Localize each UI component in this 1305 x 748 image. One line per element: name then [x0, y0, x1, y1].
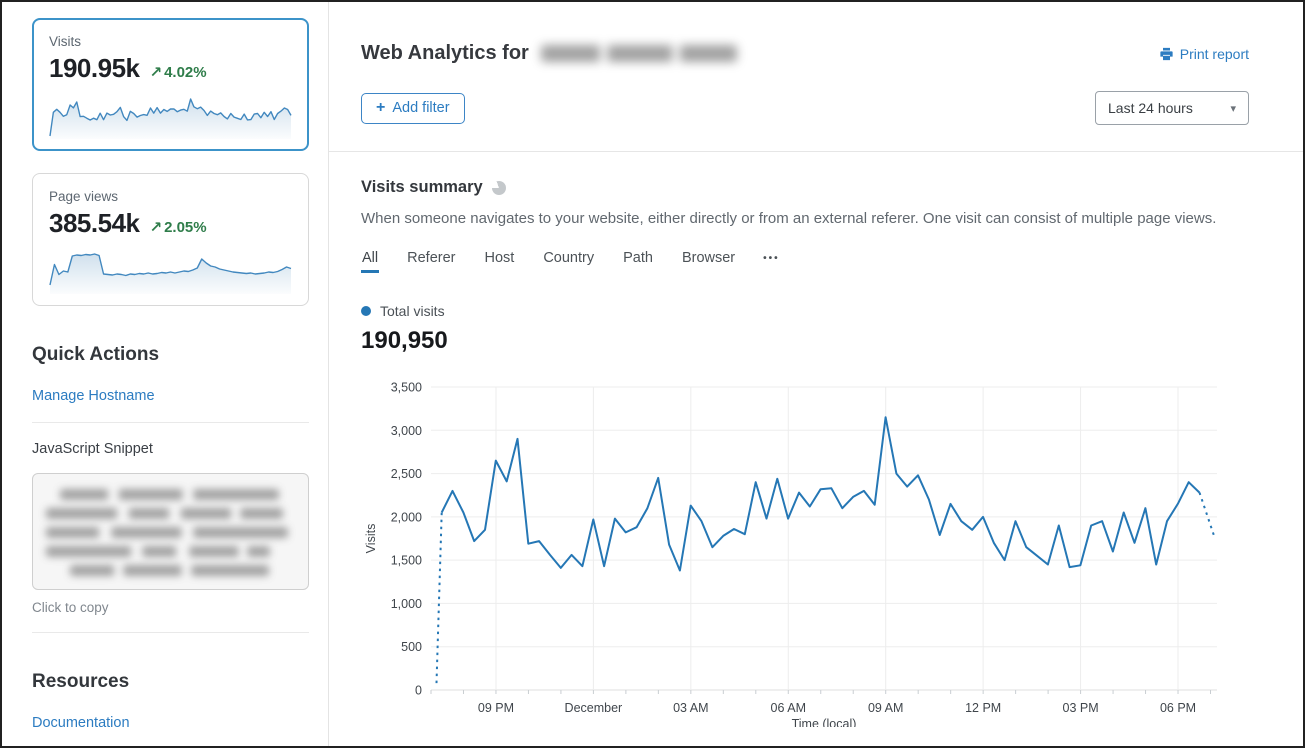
- svg-text:3,000: 3,000: [391, 424, 422, 438]
- chart-legend: Total visits: [361, 303, 1249, 319]
- plus-icon: +: [376, 99, 385, 117]
- blurred-domain: [541, 45, 737, 62]
- js-snippet-label: JavaScript Snippet: [32, 441, 309, 457]
- tab-host[interactable]: Host: [483, 250, 515, 273]
- visits-card-value: 190.95k: [49, 53, 139, 84]
- page-title: Web Analytics for: [361, 42, 737, 65]
- svg-text:Time (local): Time (local): [792, 717, 857, 727]
- visits-card-change-value: 4.02%: [164, 64, 207, 81]
- print-report-label: Print report: [1180, 46, 1249, 62]
- total-visits-dot-icon: [361, 306, 371, 316]
- svg-text:1,500: 1,500: [391, 554, 422, 568]
- svg-text:Visits: Visits: [364, 524, 378, 554]
- add-filter-button[interactable]: + Add filter: [361, 93, 465, 124]
- visits-card-change: ↗4.02%: [149, 63, 206, 81]
- svg-text:2,000: 2,000: [391, 510, 422, 524]
- tab-all[interactable]: All: [361, 250, 379, 273]
- manage-hostname-link[interactable]: Manage Hostname: [32, 388, 155, 404]
- svg-text:0: 0: [415, 684, 422, 698]
- divider: [32, 632, 309, 633]
- print-report-link[interactable]: Print report: [1159, 46, 1249, 62]
- svg-text:12 PM: 12 PM: [965, 701, 1001, 715]
- svg-text:2,500: 2,500: [391, 467, 422, 481]
- svg-text:500: 500: [401, 640, 422, 654]
- js-snippet-box[interactable]: [32, 473, 309, 590]
- add-filter-label: Add filter: [392, 100, 449, 116]
- chevron-down-icon: ▾: [1230, 102, 1236, 115]
- svg-text:09 AM: 09 AM: [868, 701, 903, 715]
- pageviews-sparkline: [49, 247, 292, 295]
- resources-heading: Resources: [32, 671, 309, 693]
- more-tabs-icon[interactable]: •••: [763, 253, 780, 270]
- pageviews-card-label: Page views: [49, 189, 292, 204]
- tab-browser[interactable]: Browser: [681, 250, 736, 273]
- visits-summary-description: When someone navigates to your website, …: [361, 210, 1249, 227]
- pageviews-card-change: ↗2.05%: [149, 218, 206, 236]
- pageviews-card-value-row: 385.54k ↗2.05%: [49, 208, 292, 239]
- trend-up-icon: ↗: [149, 64, 162, 81]
- svg-text:06 AM: 06 AM: [771, 701, 806, 715]
- total-visits-legend-label: Total visits: [380, 303, 445, 319]
- main-header: Web Analytics for Print report + Add fil…: [329, 2, 1305, 152]
- app-window: Visits 190.95k ↗4.02% Page views 385.54k…: [0, 0, 1305, 748]
- svg-text:1,000: 1,000: [391, 597, 422, 611]
- visits-line-chart[interactable]: 0 500 1,000 1,500 2,000 2,500 3,000 3,500 09 PM D…: [361, 375, 1223, 727]
- svg-text:06 PM: 06 PM: [1160, 701, 1196, 715]
- svg-text:03 PM: 03 PM: [1063, 701, 1099, 715]
- page-title-text: Web Analytics for: [361, 42, 529, 65]
- time-range-select[interactable]: Last 24 hours ▾: [1095, 91, 1249, 125]
- tab-referer[interactable]: Referer: [406, 250, 456, 273]
- visits-summary-section: Visits summary When someone navigates to…: [329, 152, 1305, 727]
- redacted-code-line: [60, 489, 279, 500]
- redacted-code-line: [46, 508, 283, 519]
- pageviews-metric-card[interactable]: Page views 385.54k ↗2.05%: [32, 173, 309, 306]
- pageviews-card-change-value: 2.05%: [164, 219, 207, 236]
- redacted-code-line: [70, 565, 269, 576]
- time-range-value: Last 24 hours: [1108, 100, 1193, 116]
- documentation-link[interactable]: Documentation: [32, 715, 130, 731]
- redacted-code-line: [46, 527, 288, 538]
- pageviews-card-value: 385.54k: [49, 208, 139, 239]
- main-panel: Web Analytics for Print report + Add fil…: [329, 2, 1305, 746]
- click-to-copy-hint: Click to copy: [32, 600, 309, 615]
- svg-text:December: December: [565, 701, 623, 715]
- trend-up-icon: ↗: [149, 219, 162, 236]
- visits-card-label: Visits: [49, 34, 292, 49]
- sidebar: Visits 190.95k ↗4.02% Page views 385.54k…: [32, 18, 309, 748]
- visits-sparkline: [49, 92, 292, 140]
- svg-text:03 AM: 03 AM: [673, 701, 708, 715]
- visits-card-value-row: 190.95k ↗4.02%: [49, 53, 292, 84]
- tab-country[interactable]: Country: [542, 250, 595, 273]
- svg-text:3,500: 3,500: [391, 381, 422, 395]
- visits-metric-card[interactable]: Visits 190.95k ↗4.02%: [32, 18, 309, 151]
- redacted-code-line: [46, 546, 270, 557]
- divider: [32, 422, 309, 423]
- tab-path[interactable]: Path: [622, 250, 654, 273]
- printer-icon: [1159, 47, 1174, 61]
- total-visits-value: 190,950: [361, 327, 1249, 355]
- svg-text:09 PM: 09 PM: [478, 701, 514, 715]
- quick-actions-heading: Quick Actions: [32, 344, 309, 366]
- pie-chart-icon: [492, 181, 506, 195]
- summary-tabs: All Referer Host Country Path Browser ••…: [361, 250, 1249, 273]
- visits-summary-title: Visits summary: [361, 178, 483, 197]
